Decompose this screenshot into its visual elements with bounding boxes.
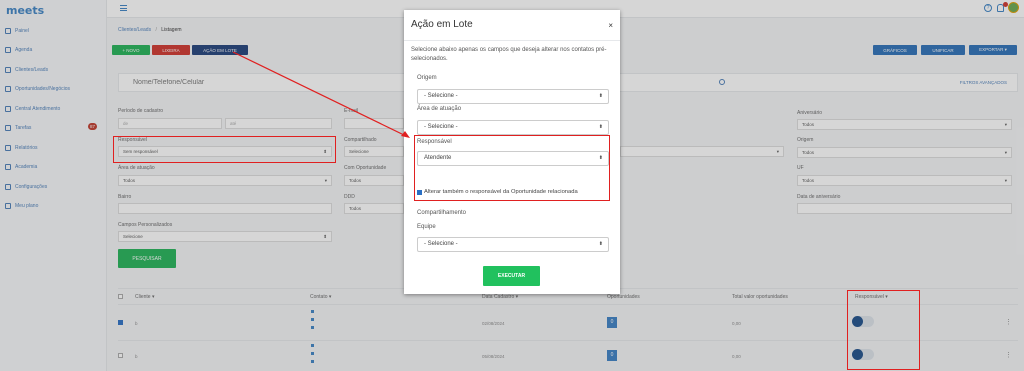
annotation-arrow <box>232 51 410 138</box>
arrow-line <box>232 51 407 137</box>
arrow-head <box>401 131 410 138</box>
